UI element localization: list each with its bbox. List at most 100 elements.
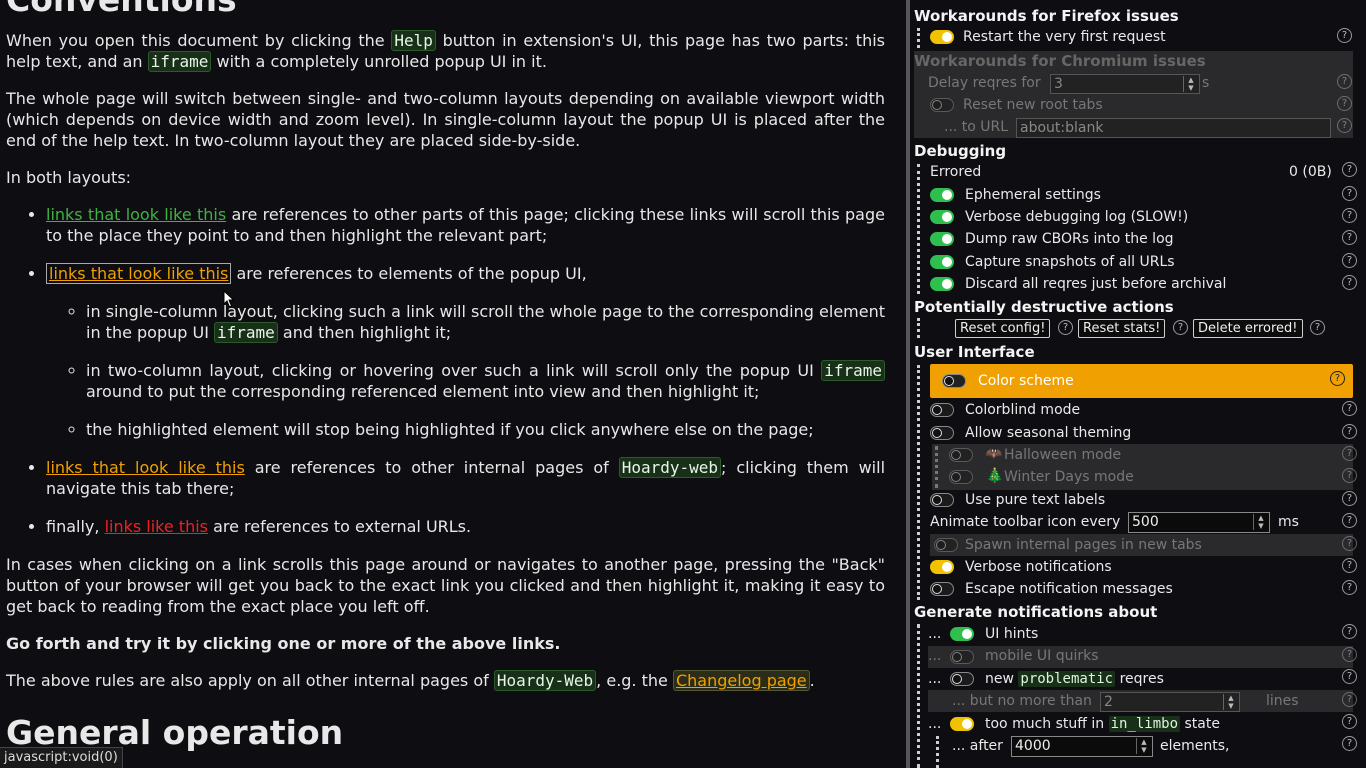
help-icon[interactable]: ? (1173, 320, 1188, 335)
toggle-winter[interactable] (949, 470, 973, 484)
link-internal-page-example[interactable]: links that look like this (46, 458, 245, 477)
toggle-mobile-quirks[interactable] (950, 650, 974, 664)
help-icon[interactable]: ? (1342, 513, 1357, 528)
label-capture-snapshots: Capture snapshots of all URLs (965, 254, 1175, 270)
input-no-more-than[interactable]: 2 ▲ ▼ (1100, 692, 1240, 712)
help-icon[interactable]: ? (1342, 446, 1357, 461)
help-icon[interactable]: ? (1342, 491, 1357, 506)
section-debugging: Debugging (914, 142, 1007, 160)
link-popup-example[interactable]: links that look like this (46, 263, 232, 284)
link-changelog[interactable]: Changelog page (672, 670, 810, 691)
help-icon[interactable]: ? (1342, 162, 1357, 177)
list-item: links that look like this are references… (46, 457, 885, 499)
help-icon[interactable]: ? (1342, 186, 1357, 201)
help-icon[interactable]: ? (1342, 647, 1357, 662)
mouse-cursor-icon (223, 290, 235, 308)
label-halloween: Halloween mode (1004, 447, 1122, 463)
help-icon[interactable]: ? (1342, 558, 1357, 573)
label-delay-reqres: Delay reqres for (928, 75, 1041, 91)
heading-general-operation: General operation (6, 713, 344, 752)
input-to-url[interactable]: about:blank (1016, 118, 1331, 138)
section-firefox-workarounds: Workarounds for Firefox issues (914, 7, 1179, 25)
input-delay-reqres[interactable]: 3 ▲ ▼ (1050, 74, 1200, 94)
sub-list: in single-column layout, clicking such a… (46, 301, 885, 440)
toggle-reset-root-tabs[interactable] (930, 98, 954, 112)
toggle-dump-cbor[interactable] (930, 232, 954, 246)
help-icon[interactable]: ? (1342, 424, 1357, 439)
section-user-interface: User Interface (914, 343, 1035, 361)
help-text-column: Conventions When you open this document … (0, 0, 906, 768)
label-colorblind: Colorblind mode (965, 402, 1081, 418)
help-icon[interactable]: ? (1342, 468, 1357, 483)
code-help: Help (391, 30, 436, 51)
tree-line (917, 164, 920, 294)
section-destructive: Potentially destructive actions (914, 298, 1174, 316)
label-verbose-log: Verbose debugging log (SLOW!) (965, 209, 1189, 225)
help-icon[interactable]: ? (1342, 580, 1357, 595)
toggle-verbose-log[interactable] (930, 210, 954, 224)
input-animate-interval[interactable]: 500 ▲ ▼ (1128, 512, 1270, 533)
help-icon[interactable]: ? (1342, 669, 1357, 684)
toggle-capture-snapshots[interactable] (930, 255, 954, 269)
help-icon[interactable]: ? (1337, 74, 1352, 89)
label-too-much-limbo: too much stuff in in_limbo state (985, 716, 1220, 732)
help-icon[interactable]: ? (1330, 371, 1345, 386)
help-icon[interactable]: ? (1337, 96, 1352, 111)
tree-line (917, 28, 920, 48)
link-internal-example[interactable]: links that look like this (46, 205, 226, 224)
toggle-ephemeral[interactable] (930, 188, 954, 202)
toggle-restart-first[interactable] (930, 30, 954, 44)
help-icon[interactable]: ? (1058, 320, 1073, 335)
help-icon[interactable]: ? (1310, 320, 1325, 335)
toggle-color-scheme[interactable] (942, 374, 966, 388)
label-color-scheme: Color scheme (978, 373, 1074, 389)
spinner-icon[interactable]: ▲ ▼ (1223, 694, 1238, 710)
link-external-example[interactable]: links like this (105, 517, 208, 536)
tree-line (936, 736, 939, 768)
toggle-ui-hints[interactable] (950, 627, 974, 641)
help-icon[interactable]: ? (1342, 253, 1357, 268)
label-restart-first: Restart the very first request (963, 29, 1166, 45)
label-after: ... after (952, 738, 1003, 754)
spinner-icon[interactable]: ▲ ▼ (1253, 514, 1268, 530)
help-icon[interactable]: ? (1337, 28, 1352, 43)
label-animate-icon: Animate toolbar icon every (930, 514, 1121, 530)
reset-stats-button[interactable]: Reset stats! (1078, 319, 1166, 338)
toggle-escape-notifications[interactable] (930, 582, 954, 596)
help-icon[interactable]: ? (1342, 230, 1357, 245)
help-icon[interactable]: ? (1342, 208, 1357, 223)
toggle-pure-text[interactable] (930, 493, 954, 507)
label-ephemeral: Ephemeral settings (965, 187, 1101, 203)
status-bar: javascript:void(0) (0, 747, 123, 768)
heading-conventions: Conventions (6, 0, 885, 18)
toggle-discard-reqres[interactable] (930, 277, 954, 291)
spinner-icon[interactable]: ▲ ▼ (1183, 76, 1198, 92)
label-winter: Winter Days mode (1004, 469, 1134, 485)
toggle-halloween[interactable] (949, 448, 973, 462)
input-after-elements[interactable]: 4000 ▲ ▼ (1011, 736, 1153, 757)
label-seasonal: Allow seasonal theming (965, 425, 1132, 441)
delete-errored-button[interactable]: Delete errored! (1193, 319, 1303, 338)
help-icon[interactable]: ? (1342, 275, 1357, 290)
spinner-icon[interactable]: ▲ ▼ (1136, 738, 1151, 754)
paragraph-layouts: The whole page will switch between singl… (6, 89, 885, 150)
toggle-verbose-notifications[interactable] (930, 560, 954, 574)
list-item: in single-column layout, clicking such a… (86, 301, 885, 343)
help-icon[interactable]: ? (1342, 714, 1357, 729)
help-icon[interactable]: ? (1342, 624, 1357, 639)
section-generate-notifications: Generate notifications about (914, 603, 1158, 621)
popup-ui-column: Workarounds for Firefox issues Restart t… (910, 0, 1366, 768)
toggle-problematic[interactable] (950, 672, 974, 686)
toggle-seasonal[interactable] (930, 426, 954, 440)
toggle-too-much-limbo[interactable] (950, 717, 974, 731)
help-icon[interactable]: ? (1342, 401, 1357, 416)
help-icon[interactable]: ? (1337, 118, 1352, 133)
reset-config-button[interactable]: Reset config! (955, 319, 1051, 338)
help-icon[interactable]: ? (1342, 536, 1357, 551)
list-item: in two-column layout, clicking or hoveri… (86, 360, 885, 402)
help-icon[interactable]: ? (1342, 736, 1357, 751)
help-icon[interactable]: ? (1342, 692, 1357, 707)
toggle-colorblind[interactable] (930, 403, 954, 417)
paragraph-intro: When you open this document by clicking … (6, 30, 885, 72)
toggle-spawn-internal[interactable] (934, 538, 958, 552)
